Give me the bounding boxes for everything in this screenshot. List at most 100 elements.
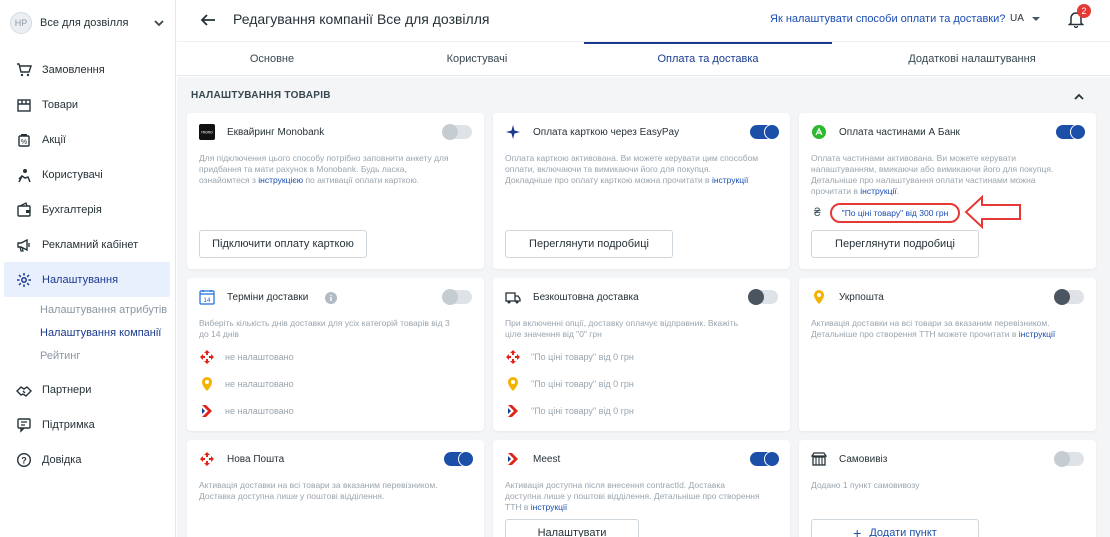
pickup-toggle[interactable] xyxy=(1054,451,1084,467)
cart-icon xyxy=(17,62,32,76)
sidebar-item-users[interactable]: Користувачі xyxy=(0,157,176,192)
configure-button[interactable]: Налаштувати xyxy=(505,519,639,537)
sidebar-item-ads[interactable]: Рекламний кабінет xyxy=(0,227,176,262)
store-switcher[interactable]: HP Все для дозвілля xyxy=(10,11,166,35)
view-details-button[interactable]: Переглянути подробиці xyxy=(811,230,979,258)
tab-users[interactable]: Користувачі xyxy=(422,42,532,76)
help-icon: ? xyxy=(16,452,32,467)
card-delivery-terms: 14 Терміни доставки Виберіть кількість д… xyxy=(187,278,484,431)
card-description: Активація доступна після внесення contra… xyxy=(505,480,760,512)
sidebar-item-products[interactable]: Товари xyxy=(0,87,176,122)
nova-poshta-toggle[interactable] xyxy=(444,451,474,467)
sidebar-item-partners[interactable]: Партнери xyxy=(0,372,176,407)
settings-subnav: Налаштування атрибутів Налаштування комп… xyxy=(0,297,176,372)
sidebar-item-settings[interactable]: Налаштування xyxy=(4,262,170,297)
calendar-icon: 14 xyxy=(199,290,215,305)
monobank-toggle[interactable] xyxy=(442,124,472,140)
nova-poshta-icon xyxy=(506,350,520,364)
card-easypay: Оплата карткою через EasyPay Оплата карт… xyxy=(493,113,790,269)
page-title: Редагування компанії Все для дозвілля xyxy=(233,11,490,27)
back-arrow-icon[interactable] xyxy=(199,11,217,29)
store-icon xyxy=(811,452,827,466)
box-icon xyxy=(17,98,31,112)
tab-payment-delivery[interactable]: Оплата та доставка xyxy=(584,42,832,76)
card-nova-poshta: Нова Пошта Активація доставки на всі тов… xyxy=(187,440,484,537)
card-description: Виберіть кількість днів доставки для усі… xyxy=(199,318,450,339)
subnav-attributes[interactable]: Налаштування атрибутів xyxy=(0,299,176,322)
store-name: Все для дозвілля xyxy=(40,17,129,29)
wallet-icon xyxy=(17,201,31,217)
svg-text:?: ? xyxy=(21,455,27,465)
card-description: Для підключення цього способу потрібно з… xyxy=(199,153,449,185)
meest-toggle[interactable] xyxy=(750,451,780,467)
sidebar-item-label: Акції xyxy=(42,133,66,146)
plus-icon: + xyxy=(853,525,862,537)
meest-icon xyxy=(508,405,518,417)
notification-badge: 2 xyxy=(1077,4,1091,18)
card-title: Meest xyxy=(533,454,561,465)
annotation-arrow-icon xyxy=(964,194,1021,230)
tab-main[interactable]: Основне xyxy=(217,42,327,76)
chat-icon xyxy=(17,417,31,433)
subnav-company[interactable]: Налаштування компанії xyxy=(0,322,176,345)
info-icon[interactable] xyxy=(325,292,337,304)
megaphone-icon xyxy=(17,238,30,252)
sidebar-item-label: Товари xyxy=(42,98,79,111)
instruction-link[interactable]: інструкції xyxy=(1019,329,1055,339)
connect-card-payment-button[interactable]: Підключити оплату карткою xyxy=(199,230,367,258)
ukrposhta-icon xyxy=(814,290,824,304)
easypay-logo-icon xyxy=(506,125,520,139)
add-pickup-point-label: Додати пункт xyxy=(869,527,937,537)
sidebar-item-label: Партнери xyxy=(42,383,92,396)
card-monobank: mono Еквайринг Monobank Для підключення … xyxy=(187,113,484,269)
top-header: Редагування компанії Все для дозвілля Як… xyxy=(177,0,1110,41)
subnav-rating[interactable]: Рейтинг xyxy=(0,345,176,368)
ukrposhta-toggle[interactable] xyxy=(1054,289,1084,305)
add-pickup-point-button[interactable]: + Додати пункт xyxy=(811,519,979,537)
sidebar-item-help[interactable]: ? Дoвідка xyxy=(0,442,176,477)
sidebar-nav: Замовлення Товари % Акції Користувачі Бу… xyxy=(0,52,176,477)
installment-price-rule[interactable]: "По ціні товару" від 300 грн xyxy=(830,203,960,223)
meest-icon xyxy=(508,453,518,465)
card-ukrposhta: Укрпошта Активація доставки на всі товар… xyxy=(799,278,1096,431)
view-details-button[interactable]: Переглянути подробиці xyxy=(505,230,673,258)
sidebar-item-promotions[interactable]: % Акції xyxy=(0,122,176,157)
chevron-up-icon[interactable] xyxy=(1073,91,1085,103)
sidebar-item-label: Налаштування xyxy=(42,273,119,286)
instruction-link[interactable]: інструкції xyxy=(531,502,567,512)
card-description: Додано 1 пункт самовивозу xyxy=(811,480,920,490)
abank-toggle[interactable] xyxy=(1056,124,1086,140)
nova-poshta-icon xyxy=(200,452,214,466)
easypay-toggle[interactable] xyxy=(750,124,780,140)
settings-tabs: Основне Користувачі Оплата та доставка Д… xyxy=(177,41,1110,76)
card-title: Нова Пошта xyxy=(227,454,285,465)
delivery-terms-toggle[interactable] xyxy=(442,289,472,305)
abank-logo-icon xyxy=(812,125,826,139)
sidebar-item-label: Підтримка xyxy=(42,418,95,431)
payment-delivery-help-link[interactable]: Як налаштувати способи оплати та доставк… xyxy=(770,13,1005,25)
card-title: Безкоштовна доставка xyxy=(533,292,639,303)
list-item: "По ціні товару" від 0 грн xyxy=(505,349,634,365)
truck-icon xyxy=(505,292,521,304)
sidebar: HP Все для дозвілля Замовлення Товари % … xyxy=(0,0,176,537)
language-select[interactable]: UA xyxy=(1010,13,1040,24)
list-item: "По ціні товару" від 0 грн xyxy=(505,376,634,392)
card-abank: Оплата частинами А Банк Оплата частинами… xyxy=(799,113,1096,269)
handshake-icon xyxy=(16,385,32,397)
svg-text:14: 14 xyxy=(203,297,211,304)
sidebar-item-label: Рекламний кабінет xyxy=(42,238,139,251)
tab-additional[interactable]: Додаткові налаштування xyxy=(887,42,1057,76)
card-title: Терміни доставки xyxy=(227,292,309,303)
chevron-down-icon xyxy=(154,20,164,27)
sidebar-item-support[interactable]: Підтримка xyxy=(0,407,176,442)
sidebar-item-orders[interactable]: Замовлення xyxy=(0,52,176,87)
list-item: не налаштовано xyxy=(199,403,294,419)
sidebar-item-accounting[interactable]: Бухгалтерія xyxy=(0,192,176,227)
free-delivery-toggle[interactable] xyxy=(748,289,778,305)
instruction-link[interactable]: інструкції xyxy=(712,175,748,185)
instruction-link[interactable]: інструкції xyxy=(860,186,896,196)
card-pickup: Самовивіз Додано 1 пункт самовивозу + До… xyxy=(799,440,1096,537)
sidebar-item-label: Бухгалтерія xyxy=(42,203,102,216)
instruction-link[interactable]: інструкцією xyxy=(258,175,303,185)
nova-poshta-icon xyxy=(200,350,214,364)
